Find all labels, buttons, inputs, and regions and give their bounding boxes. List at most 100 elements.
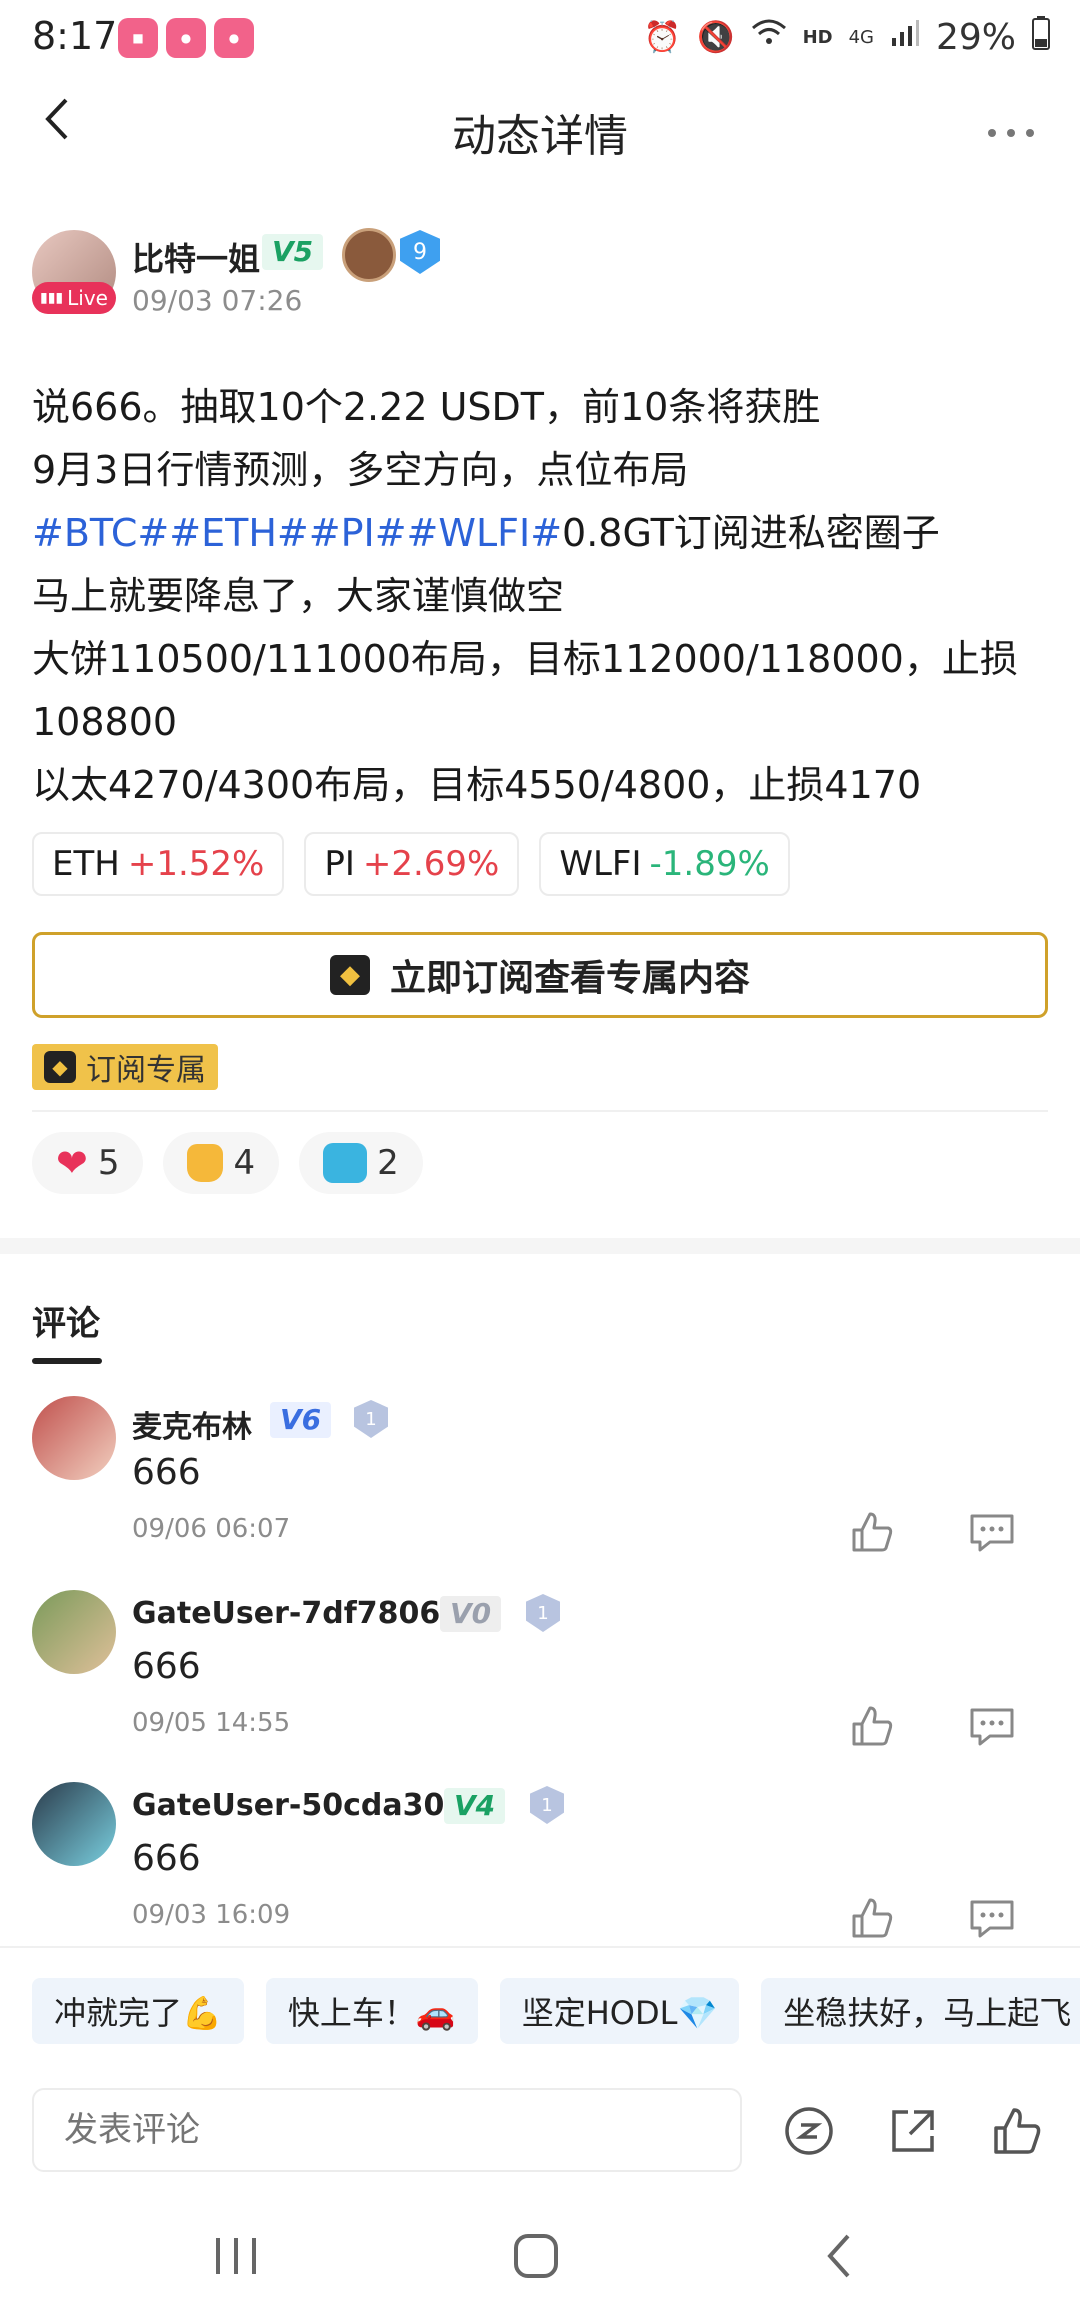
shield-badge-icon: 9: [400, 230, 440, 274]
author-level-badge: V5: [262, 234, 324, 270]
commenter-name[interactable]: 麦克布林: [132, 1402, 252, 1446]
quick-reply-chip[interactable]: 冲就完了💪: [32, 1978, 244, 2044]
comment-time: 09/06 06:07: [132, 1514, 291, 1544]
status-bar: 8:17 ■ ● ● ⏰ 🔇 HD 4G 29%: [0, 0, 1080, 84]
coin-change: +2.69%: [362, 844, 500, 884]
reaction-count: 2: [377, 1143, 399, 1183]
post-line: 9月3日行情预测，多空方向，点位布局: [32, 448, 689, 492]
coin-chip-wlfi[interactable]: WLFI -1.89%: [539, 832, 790, 896]
commenter-name[interactable]: GateUser-7df78060: [132, 1596, 461, 1631]
post-line: 说666。抽取10个2.22 USDT，前10条将获胜: [32, 385, 821, 429]
subscribe-button[interactable]: ◆ 立即订阅查看专属内容: [32, 932, 1048, 1018]
commenter-name[interactable]: GateUser-50cda300: [132, 1788, 465, 1823]
comment-text: 666: [132, 1452, 201, 1493]
tip-coin-icon[interactable]: [782, 2104, 836, 2158]
system-icons: ⏰ 🔇 HD 4G 29%: [644, 16, 1050, 58]
battery-icon: [1032, 16, 1050, 58]
thumbs-up-icon[interactable]: [848, 1508, 896, 1556]
nav-back-icon[interactable]: [810, 2226, 870, 2286]
coin-symbol: PI: [324, 844, 355, 884]
commenter-level-badge: V6: [270, 1402, 332, 1438]
reaction-hodl[interactable]: 2: [299, 1132, 423, 1194]
live-badge[interactable]: ▮▮▮ Live: [32, 282, 116, 314]
comment-bubble-icon[interactable]: [968, 1894, 1016, 1942]
coin-chips: ETH +1.52% PI +2.69% WLFI -1.89%: [32, 832, 790, 896]
post-line: #BTC##ETH##PI##WLFI#0.8GT订阅进私密圈子: [32, 502, 1052, 565]
medal-icon: [342, 228, 396, 282]
commenter-avatar[interactable]: [32, 1590, 116, 1674]
battery-percent: 29%: [935, 16, 1016, 58]
status-time: 8:17: [32, 14, 118, 58]
commenter-avatar[interactable]: [32, 1396, 116, 1480]
coin-chip-pi[interactable]: PI +2.69%: [304, 832, 520, 896]
quick-replies: 冲就完了💪 快上车！🚗 坚定HODL💎 坐稳扶好，马上起飞: [32, 1978, 1080, 2044]
shield-badge-icon: 1: [354, 1400, 388, 1438]
reaction-thumbs-up[interactable]: 4: [163, 1132, 280, 1194]
thumbs-up-icon[interactable]: [848, 1702, 896, 1750]
comment-time: 09/03 16:09: [132, 1900, 291, 1930]
diamond-icon: ◆: [44, 1051, 76, 1083]
diamond-icon: ◆: [329, 955, 370, 995]
coin-symbol: ETH: [52, 844, 120, 884]
alarm-icon: ⏰: [643, 19, 682, 55]
coin-chip-eth[interactable]: ETH +1.52%: [32, 832, 285, 896]
quick-reply-chip[interactable]: 快上车！🚗: [265, 1978, 478, 2044]
quick-reply-chip[interactable]: 坚定HODL💎: [499, 1978, 740, 2044]
shield-badge-icon: 1: [526, 1594, 560, 1632]
section-separator: [0, 1238, 1080, 1254]
shield-badge-icon: 1: [530, 1786, 564, 1824]
commenter-avatar[interactable]: [32, 1782, 116, 1866]
network-type-indicator: 4G: [848, 26, 874, 48]
comment-input[interactable]: [32, 2088, 742, 2172]
notification-icons: ■ ● ●: [118, 18, 254, 58]
quick-reply-chip[interactable]: 坐稳扶好，马上起飞: [761, 1978, 1080, 2044]
commenter-level-badge: V0: [440, 1596, 502, 1632]
home-icon[interactable]: [506, 2226, 566, 2286]
tab-underline: [32, 1358, 102, 1364]
signal-icon: [890, 18, 920, 56]
comment-text: 666: [132, 1838, 201, 1879]
divider: [0, 1946, 1080, 1948]
hd-indicator: HD: [802, 26, 833, 48]
app-notification-icon: ■: [118, 18, 158, 58]
live-label: Live: [67, 286, 108, 310]
comment-bubble-icon[interactable]: [968, 1702, 1016, 1750]
tab-comments[interactable]: 评论: [32, 1296, 100, 1345]
hashtags[interactable]: #BTC##ETH##PI##WLFI#: [32, 511, 562, 555]
comment-item: 麦克布林 V6 1 666 09/06 06:07: [0, 1396, 1080, 1586]
thumbs-up-icon[interactable]: [848, 1894, 896, 1942]
more-options-button[interactable]: [986, 104, 1036, 150]
post-time: 09/03 07:26: [132, 284, 303, 317]
commenter-level-badge: V4: [444, 1788, 506, 1824]
heart-icon: ❤: [56, 1141, 88, 1185]
post-content: 说666。抽取10个2.22 USDT，前10条将获胜 9月3日行情预测，多空方…: [32, 376, 1052, 817]
subscribe-button-label: 立即订阅查看专属内容: [389, 958, 750, 999]
like-post-icon[interactable]: [990, 2104, 1044, 2158]
post-line-text: 0.8GT订阅进私密圈子: [562, 511, 940, 555]
coin-change: +1.52%: [127, 844, 265, 884]
reaction-count: 4: [233, 1143, 256, 1183]
post-line: 以太4270/4300布局，目标4550/4800，止损4170: [32, 763, 922, 807]
hodl-owl-emoji-icon: [323, 1143, 368, 1183]
coin-symbol: WLFI: [559, 844, 642, 884]
share-icon[interactable]: [886, 2104, 940, 2158]
reaction-heart[interactable]: ❤ 5: [32, 1132, 144, 1194]
post-line: 大饼110500/111000布局，目标112000/118000，止损1088…: [32, 637, 1018, 744]
subscription-exclusive-badge: ◆ 订阅专属: [32, 1044, 218, 1090]
reaction-count: 5: [97, 1143, 120, 1183]
wifi-icon: [751, 18, 787, 56]
more-dots-icon: [988, 129, 1034, 137]
bilibili-notification-icon: ●: [166, 18, 206, 58]
comment-text: 666: [132, 1646, 201, 1687]
comment-item: GateUser-7df78060 V0 1 666 09/05 14:55: [0, 1590, 1080, 1780]
comment-time: 09/05 14:55: [132, 1708, 291, 1738]
recent-apps-icon[interactable]: [206, 2226, 266, 2286]
thumbs-up-emoji-icon: [187, 1144, 224, 1182]
divider: [32, 1110, 1048, 1112]
bilibili-notification-icon-2: ●: [214, 18, 254, 58]
author-name[interactable]: 比特一姐: [132, 234, 260, 280]
page-title: 动态详情: [452, 111, 628, 162]
comment-bubble-icon[interactable]: [968, 1508, 1016, 1556]
live-bars-icon: ▮▮▮: [40, 290, 64, 306]
coin-change: -1.89%: [649, 844, 770, 884]
